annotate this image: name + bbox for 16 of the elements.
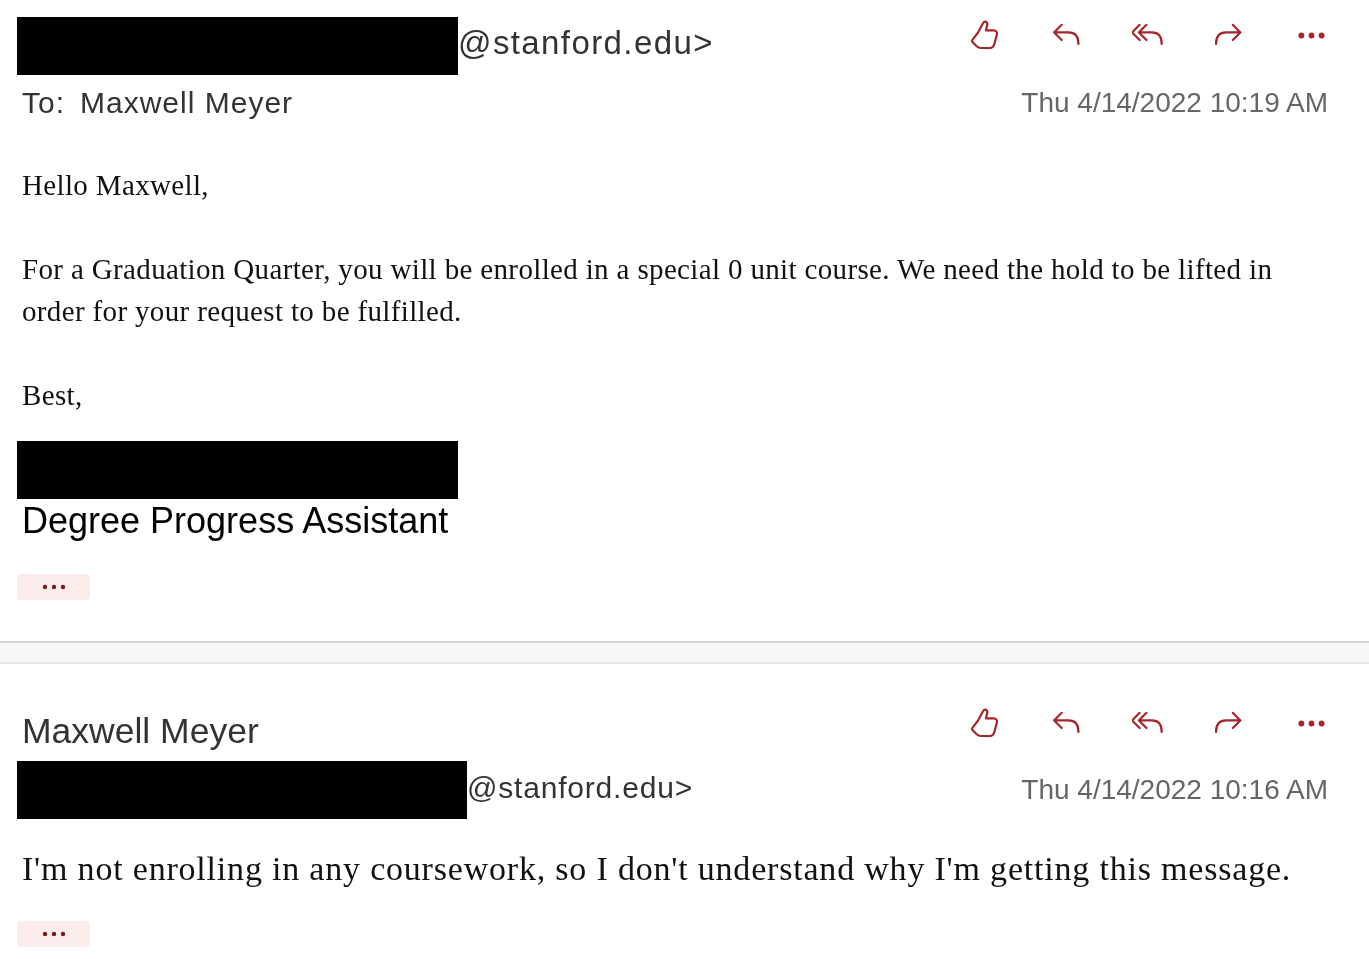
body-paragraph: Hello Maxwell, <box>22 168 209 203</box>
sender-address: @stanford.edu> <box>458 23 714 63</box>
sent-date: Thu 4/14/2022 10:16 AM <box>1021 774 1328 806</box>
to-label: To: <box>22 86 66 120</box>
more-icon[interactable] <box>1298 719 1325 727</box>
recipient-name: Maxwell Meyer <box>80 86 294 120</box>
more-icon[interactable] <box>1298 31 1325 39</box>
body-paragraph: I'm not enrolling in any coursework, so I don't understand why I'm getting this message. <box>22 849 1292 889</box>
show-more-button[interactable] <box>17 574 90 600</box>
signature-title: Degree Progress Assistant <box>22 499 449 543</box>
sender-name: Maxwell Meyer <box>22 711 259 751</box>
sent-date: Thu 4/14/2022 10:19 AM <box>1021 87 1328 119</box>
sender-address: @stanford.edu> <box>467 770 693 806</box>
body-paragraph: Best, <box>22 378 83 413</box>
show-more-button[interactable] <box>17 921 90 947</box>
body-paragraph: For a Graduation Quarter, you will be enrolled in a special 0 unit course. We need the hold to be lifted in order for your request to be fulfilled. <box>22 252 1274 329</box>
